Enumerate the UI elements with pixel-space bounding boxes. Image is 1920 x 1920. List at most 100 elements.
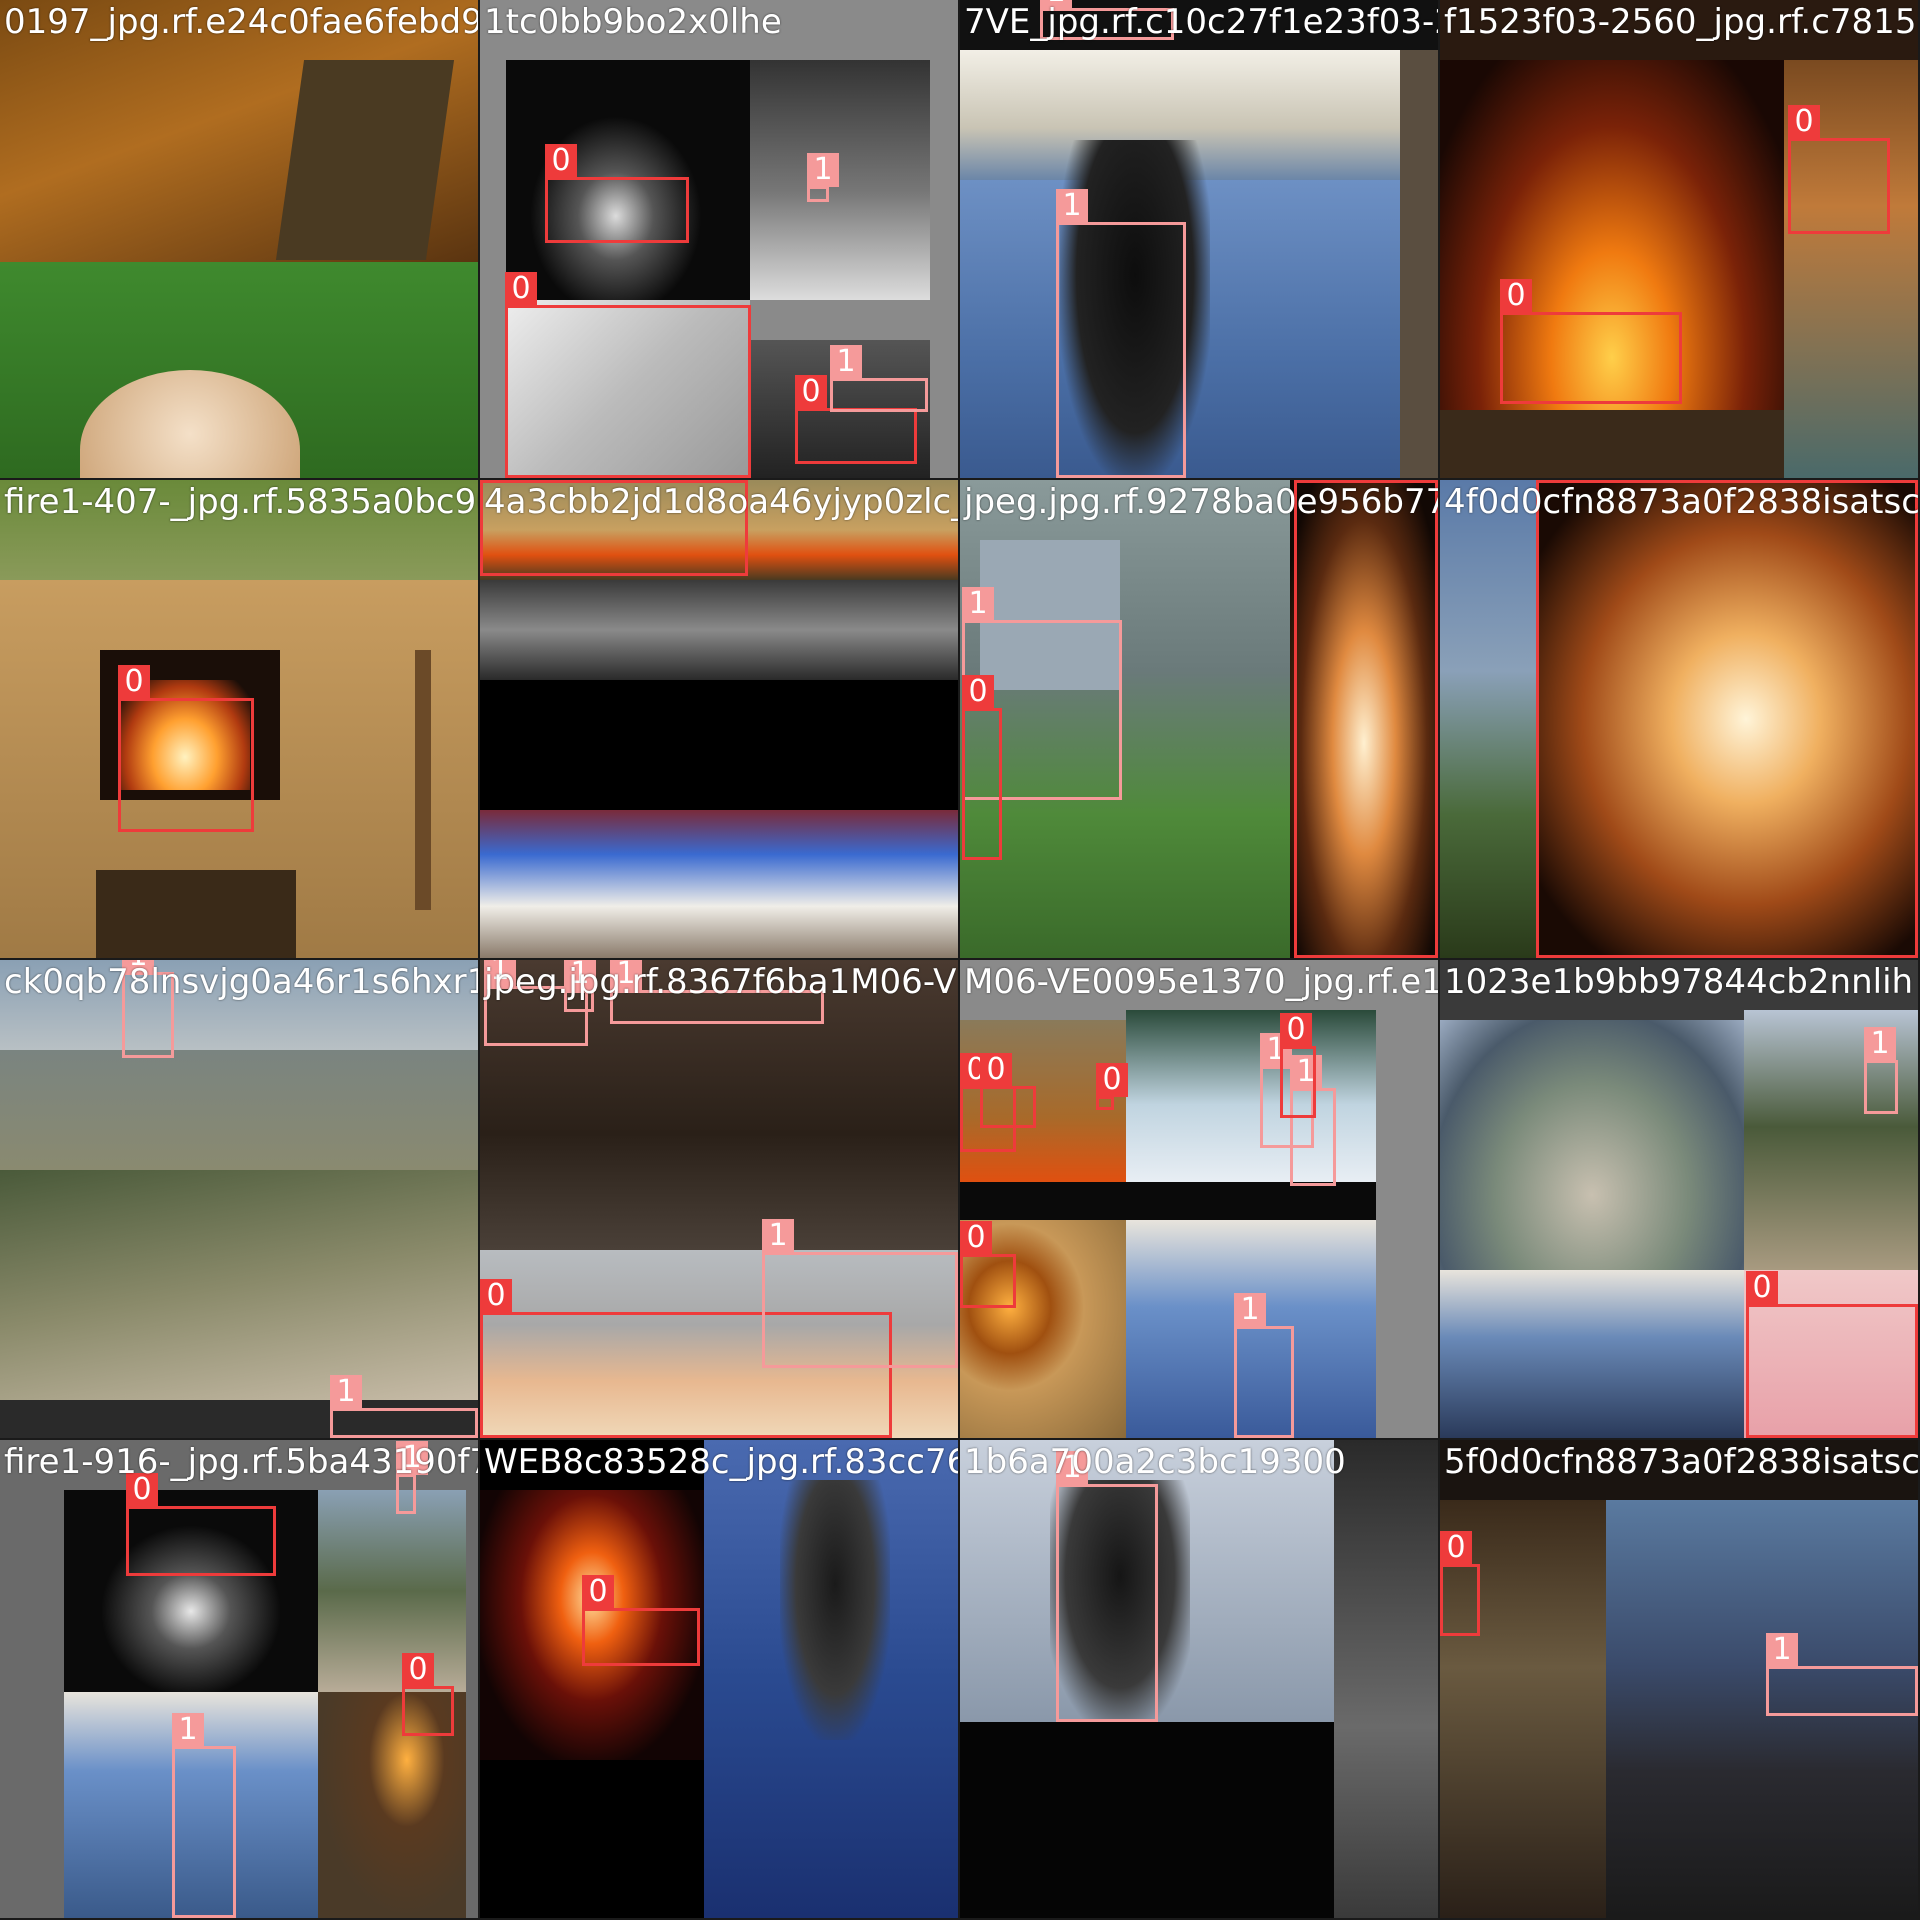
bbox-label: 1 bbox=[807, 153, 839, 187]
bbox-label: 1 bbox=[962, 587, 994, 621]
tile-4-tool bbox=[415, 650, 431, 910]
tile-title: jpeg.jpg.rf.9278ba0e956b774f0d bbox=[964, 482, 1438, 522]
tile-title: WEB8c83528c_jpg.rf.83cc76c bbox=[484, 1442, 958, 1482]
bbox-class-1: 1 bbox=[762, 1219, 958, 1368]
tile-7: 0 4f0d0cfn8873a0f2838isatschp bbox=[1440, 480, 1918, 958]
bbox-label: 1 bbox=[1056, 189, 1088, 223]
tile-title: 7VE_jpg.rf.c10c27f1e23f03-2560_jpg bbox=[964, 2, 1438, 42]
mosaic-grid: 0197_jpg.rf.e24c0fae6febd94c70569d0370f6… bbox=[0, 0, 1920, 1920]
bbox-label: 0 bbox=[980, 1053, 1012, 1087]
bbox-class-0: 0 bbox=[960, 1221, 1016, 1308]
tile-3-bottom bbox=[1440, 410, 1784, 478]
bbox-class-0: 0 bbox=[582, 1575, 700, 1666]
bbox-class-0: 0 bbox=[1294, 480, 1438, 958]
tile-8: 1 1 ck0qb78lnsvjg0a46r1s6hxr1_jpeg.jpg bbox=[0, 960, 478, 1438]
bbox-class-1: 1 bbox=[1864, 1027, 1898, 1114]
bbox-label: 0 bbox=[582, 1575, 614, 1609]
tile-title: 4f0d0cfn8873a0f2838isatschp bbox=[1444, 482, 1918, 522]
tile-10-snow-forest bbox=[1126, 1010, 1376, 1182]
tile-12: 0 1 0 1 fire1-916-_jpg.rf.5ba43190f7e bbox=[0, 1440, 478, 1918]
tile-0: 0197_jpg.rf.e24c0fae6febd94c70569d0370f6… bbox=[0, 0, 478, 478]
bbox-class-0: 0 bbox=[795, 375, 917, 464]
bbox-label: 0 bbox=[1788, 105, 1820, 139]
bbox-label: 0 bbox=[1440, 1531, 1472, 1565]
tile-7-mountain bbox=[1440, 480, 1536, 958]
bbox-label: 1 bbox=[1766, 1633, 1798, 1667]
bbox-class-0: 0 bbox=[126, 1473, 276, 1576]
tile-3: 0 0 f1523f03-2560_jpg.rf.c781589cf80b bbox=[1440, 0, 1918, 478]
bbox-label: 0 bbox=[1536, 480, 1568, 481]
tile-8-hillside bbox=[0, 1170, 478, 1400]
tile-13-smoke-column bbox=[780, 1480, 890, 1740]
bbox-class-0: 0 bbox=[1536, 480, 1918, 958]
bbox-label: 0 bbox=[1294, 480, 1326, 481]
tile-5: 4a3cbb2jd1d8oa46yjyp0zlc_jpeg.jpg bbox=[480, 480, 958, 958]
tile-2-right-strip bbox=[1400, 50, 1438, 478]
bbox-class-0: 0 bbox=[962, 675, 1002, 860]
bbox-label: 0 bbox=[1500, 279, 1532, 313]
tile-title: 1023e1b9bb97844cb2nnlih bbox=[1444, 962, 1914, 1002]
bbox-class-0: 0 bbox=[1096, 1063, 1128, 1110]
tile-title: 1tc0bb9bo2x0lhe bbox=[484, 2, 782, 42]
tile-2: 1 1 7VE_jpg.rf.c10c27f1e23f03-2560_jpg bbox=[960, 0, 1438, 478]
bbox-class-1: 1 bbox=[1766, 1633, 1918, 1716]
bbox-class-1: 1 bbox=[172, 1713, 236, 1918]
tile-15: 0 1 5f0d0cfn8873a0f2838isatschp bbox=[1440, 1440, 1918, 1918]
tile-14-sparks bbox=[960, 1722, 1334, 1918]
bbox-class-0: 0 bbox=[118, 665, 254, 832]
bbox-class-0: 0 bbox=[1440, 1531, 1480, 1636]
bbox-label: 0 bbox=[1280, 1013, 1312, 1047]
tile-title: 1b6a700a2c3bc19300 bbox=[964, 1442, 1346, 1482]
bbox-class-1: 1 bbox=[330, 1375, 478, 1438]
bbox-label: 0 bbox=[1096, 1063, 1128, 1097]
tile-5-industrial bbox=[480, 810, 958, 958]
bbox-class-1: 1 bbox=[830, 345, 928, 412]
bbox-class-1: 1 bbox=[1056, 189, 1186, 478]
bbox-label: 1 bbox=[1864, 1027, 1896, 1061]
bbox-label: 0 bbox=[545, 144, 577, 178]
tile-11: 1 0 1023e1b9bb97844cb2nnlih bbox=[1440, 960, 1918, 1438]
tile-title: jpeg.jpg.rf.8367f6ba1M06-VE0095 bbox=[484, 962, 958, 1002]
bbox-label: 0 bbox=[960, 1221, 992, 1255]
bbox-class-0: 0 bbox=[402, 1653, 454, 1736]
bbox-label: 0 bbox=[480, 1279, 512, 1313]
tile-12-hillside bbox=[318, 1490, 466, 1692]
tile-6: 1 0 0 jpeg.jpg.rf.9278ba0e956b774f0d bbox=[960, 480, 1438, 958]
bbox-label: 1 bbox=[762, 1219, 794, 1253]
tile-9: 1 1 1 0 1 jpeg.jpg.rf.8367f6ba1M06-VE009… bbox=[480, 960, 958, 1438]
bbox-label: 1 bbox=[172, 1713, 204, 1747]
bbox-class-0: 0 bbox=[505, 272, 751, 478]
tile-title: 0197_jpg.rf.e24c0fae6febd94c70569d0370f6… bbox=[4, 2, 478, 42]
bbox-class-1: 1 bbox=[807, 153, 839, 202]
bbox-class-0: 0 bbox=[1500, 279, 1682, 404]
tile-title: 5f0d0cfn8873a0f2838isatschp bbox=[1444, 1442, 1918, 1482]
bbox-class-1: 1 bbox=[1234, 1293, 1294, 1438]
bbox-label: 0 bbox=[1746, 1271, 1778, 1305]
tile-title: M06-VE0095e1370_jpg.rf.e1023 bbox=[964, 962, 1438, 1002]
bbox-class-0: 0 bbox=[1746, 1271, 1918, 1438]
tile-4-oven-door bbox=[96, 870, 296, 958]
tile-title: ck0qb78lnsvjg0a46r1s6hxr1_jpeg.jpg bbox=[4, 962, 478, 1002]
bbox-label: 1 bbox=[330, 1375, 362, 1409]
bbox-label: 0 bbox=[118, 665, 150, 699]
tile-11-heliport bbox=[1440, 1020, 1744, 1270]
bbox-class-0: 0 bbox=[1280, 1013, 1316, 1118]
tile-title: fire1-916-_jpg.rf.5ba43190f7e bbox=[4, 1442, 478, 1482]
tile-1: 0 1 0 0 1 1tc0bb9bo2x0lhe bbox=[480, 0, 958, 478]
tile-0-shovel bbox=[275, 60, 455, 260]
bbox-label: 0 bbox=[795, 375, 827, 409]
bbox-class-0: 0 bbox=[545, 144, 689, 243]
tile-8-mountains bbox=[0, 1050, 478, 1170]
tile-14: 1 1b6a700a2c3bc19300 bbox=[960, 1440, 1438, 1918]
bbox-label: 0 bbox=[962, 675, 994, 709]
bbox-label: 0 bbox=[402, 1653, 434, 1687]
tile-title: fire1-407-_jpg.rf.5835a0bc90e43k31b2jd1d… bbox=[4, 482, 478, 522]
tile-title: 4a3cbb2jd1d8oa46yjyp0zlc_jpeg.jpg bbox=[484, 482, 958, 522]
bbox-class-0: 0 bbox=[1788, 105, 1890, 234]
tile-5-road bbox=[480, 580, 958, 680]
tile-10: 0 0 0 0 1 1 0 1 M06-VE0095e1370_jpg.rf.e… bbox=[960, 960, 1438, 1438]
tile-title: f1523f03-2560_jpg.rf.c781589cf80b bbox=[1444, 2, 1918, 42]
tile-1-grey-sky bbox=[750, 60, 930, 300]
tile-11-factory bbox=[1440, 1270, 1744, 1438]
bbox-class-1: 1 bbox=[1056, 1451, 1158, 1722]
